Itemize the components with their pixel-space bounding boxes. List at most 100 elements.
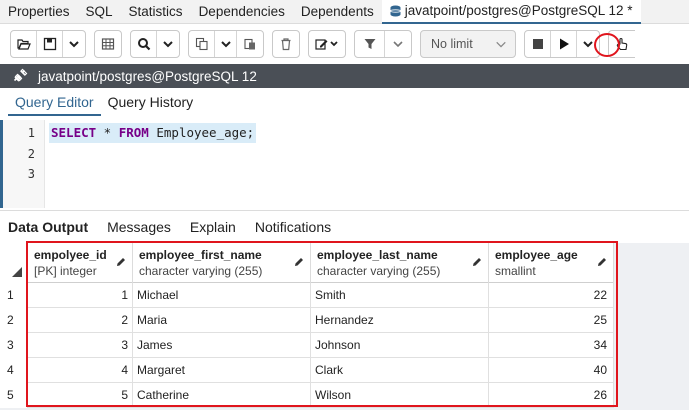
keyword-select: SELECT — [51, 125, 97, 140]
column-header-employee-age[interactable]: employee_age smallint — [489, 243, 614, 283]
row-number[interactable]: 1 — [0, 283, 28, 308]
tab-query-tool-label: javatpoint/postgres@PostgreSQL 12 * — [404, 2, 633, 18]
column-name: employee_first_name — [139, 248, 262, 262]
copy-button[interactable] — [189, 31, 215, 57]
tab-explain[interactable]: Explain — [188, 219, 245, 235]
row-number[interactable]: 3 — [0, 333, 28, 358]
paste-button[interactable] — [237, 31, 263, 57]
tab-query-editor[interactable]: Query Editor — [8, 90, 101, 116]
execute-group — [524, 30, 600, 58]
cell-id[interactable]: 5 — [28, 383, 133, 408]
tab-query-history[interactable]: Query History — [101, 90, 201, 116]
paste-icon — [244, 38, 255, 50]
table-row[interactable]: 1 1 Michael Smith 22 — [0, 283, 614, 308]
filter-dropdown-button[interactable] — [385, 31, 411, 57]
tab-messages[interactable]: Messages — [105, 219, 180, 235]
cell-first-name[interactable]: Catherine — [133, 383, 311, 408]
copy-dropdown-button[interactable] — [215, 31, 237, 57]
cell-first-name[interactable]: Michael — [133, 283, 311, 308]
table-row[interactable]: 4 4 Margaret Clark 40 — [0, 358, 614, 383]
cell-first-name[interactable]: James — [133, 333, 311, 358]
tab-dependencies[interactable]: Dependencies — [191, 0, 293, 24]
chevron-down-icon — [583, 41, 593, 48]
cell-id[interactable]: 4 — [28, 358, 133, 383]
grid-group — [94, 30, 122, 58]
edit-group — [308, 30, 346, 58]
keyword-from: FROM — [118, 125, 149, 140]
file-group — [10, 30, 86, 58]
cell-age[interactable]: 26 — [489, 383, 614, 408]
tab-properties[interactable]: Properties — [0, 0, 78, 24]
row-limit-value: No limit — [431, 37, 473, 51]
connection-icon — [13, 68, 28, 82]
chevron-down-icon — [496, 41, 506, 48]
cell-age[interactable]: 34 — [489, 333, 614, 358]
tab-dependents[interactable]: Dependents — [293, 0, 382, 24]
tab-data-output[interactable]: Data Output — [6, 219, 97, 235]
cell-id[interactable]: 3 — [28, 333, 133, 358]
trash-icon — [281, 38, 291, 51]
cell-age[interactable]: 25 — [489, 308, 614, 333]
code-line-1[interactable]: SELECT * FROM Employee_age; — [49, 123, 257, 143]
macro-button[interactable] — [609, 31, 635, 57]
play-icon — [559, 38, 569, 50]
macro-group — [608, 30, 635, 58]
search-icon — [137, 38, 150, 51]
find-dropdown-button[interactable] — [157, 31, 179, 57]
cell-age[interactable]: 40 — [489, 358, 614, 383]
cell-first-name[interactable]: Maria — [133, 308, 311, 333]
chevron-down-icon — [163, 41, 173, 48]
table-row[interactable]: 2 2 Maria Hernandez 25 — [0, 308, 614, 333]
grid-corner[interactable] — [0, 243, 28, 283]
delete-button[interactable] — [273, 31, 299, 57]
database-icon — [389, 5, 401, 16]
cell-first-name[interactable]: Margaret — [133, 358, 311, 383]
tab-statistics[interactable]: Statistics — [121, 0, 191, 24]
row-limit-select[interactable]: No limit — [420, 30, 516, 58]
sql-editor[interactable]: 1 2 3 SELECT * FROM Employee_age; — [0, 120, 689, 208]
stop-button[interactable] — [525, 31, 551, 57]
cell-last-name[interactable]: Hernandez — [311, 308, 489, 333]
column-header-employee-last-name[interactable]: employee_last_name character varying (25… — [311, 243, 489, 283]
row-number[interactable]: 5 — [0, 383, 28, 408]
save-data-button[interactable] — [95, 31, 121, 57]
chevron-down-icon — [220, 41, 231, 48]
pencil-icon[interactable] — [116, 257, 126, 267]
column-name: employee_age — [495, 248, 578, 262]
save-file-button[interactable] — [37, 31, 63, 57]
save-dropdown-button[interactable] — [63, 31, 85, 57]
line-number: 2 — [27, 147, 35, 161]
execute-dropdown-button[interactable] — [577, 31, 599, 57]
column-header-empolyee-id[interactable]: empolyee_id [PK] integer — [28, 243, 133, 283]
table-row[interactable]: 5 5 Catherine Wilson 26 — [0, 383, 614, 408]
cell-id[interactable]: 1 — [28, 283, 133, 308]
delete-group — [272, 30, 300, 58]
query-tabs: Query Editor Query History — [0, 90, 689, 116]
tab-sql[interactable]: SQL — [78, 0, 121, 24]
open-file-button[interactable] — [11, 31, 37, 57]
pencil-icon[interactable] — [597, 257, 607, 267]
tab-query-tool[interactable]: javatpoint/postgres@PostgreSQL 12 * — [381, 0, 641, 24]
cell-last-name[interactable]: Wilson — [311, 383, 489, 408]
filter-button[interactable] — [355, 31, 385, 57]
grid-header: empolyee_id [PK] integer employee_first_… — [0, 243, 614, 283]
cell-last-name[interactable]: Smith — [311, 283, 489, 308]
filter-group — [354, 30, 412, 58]
cell-age[interactable]: 22 — [489, 283, 614, 308]
cell-last-name[interactable]: Clark — [311, 358, 489, 383]
edit-button[interactable] — [309, 31, 345, 57]
pencil-icon[interactable] — [294, 257, 304, 267]
execute-button[interactable] — [551, 31, 577, 57]
table-row[interactable]: 3 3 James Johnson 34 — [0, 333, 614, 358]
cell-last-name[interactable]: Johnson — [311, 333, 489, 358]
cell-id[interactable]: 2 — [28, 308, 133, 333]
pencil-icon[interactable] — [472, 257, 482, 267]
find-button[interactable] — [131, 31, 157, 57]
column-header-employee-first-name[interactable]: employee_first_name character varying (2… — [133, 243, 311, 283]
row-number[interactable]: 4 — [0, 358, 28, 383]
stop-icon — [532, 39, 543, 49]
column-name: empolyee_id — [34, 248, 107, 262]
tab-notifications[interactable]: Notifications — [253, 219, 340, 235]
save-icon — [43, 37, 56, 51]
row-number[interactable]: 2 — [0, 308, 28, 333]
